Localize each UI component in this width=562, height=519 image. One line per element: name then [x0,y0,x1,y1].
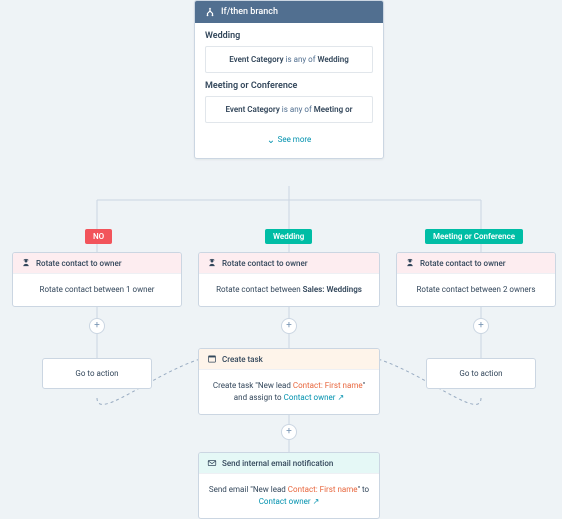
card-title: Rotate contact to owner [420,259,506,268]
rotate-owner-icon [21,258,31,268]
rotate-card-header: Rotate contact to owner [199,253,379,274]
rotate-card-header: Rotate contact to owner [397,253,555,274]
external-link-icon: ↗ [313,496,320,508]
see-more-link[interactable]: See more [205,131,373,154]
create-task-header: Create task [199,349,379,370]
rotate-card-header: Rotate contact to owner [13,253,181,274]
send-email-header: Send internal email notification [199,453,379,474]
branch-group-wedding: Wedding Event Category is any of Wedding [205,31,373,73]
card-title: Create task [222,355,263,364]
go-to-action-card[interactable]: Go to action [426,358,536,389]
add-action-button[interactable] [473,318,489,334]
card-body: Send email "New lead Contact: First name… [199,474,379,518]
add-action-button[interactable] [281,318,297,334]
rotate-card-no[interactable]: Rotate contact to owner Rotate contact b… [12,252,182,307]
email-icon [207,458,217,468]
external-link-icon: ↗ [338,392,345,404]
card-body: Create task "New lead Contact: First nam… [199,370,379,414]
branch-condition: Event Category is any of Meeting or [205,96,373,123]
branch-body: Wedding Event Category is any of Wedding… [195,23,383,158]
card-title: Send internal email notification [222,459,333,468]
branch-icon [205,7,215,17]
card-body: Rotate contact between 1 owner [13,274,181,306]
contact-owner-link[interactable]: Contact owner [284,393,336,402]
rotate-owner-icon [207,258,217,268]
create-task-card[interactable]: Create task Create task "New lead Contac… [198,348,380,415]
contact-owner-link[interactable]: Contact owner [259,497,311,506]
card-body: Rotate contact between 2 owners [397,274,555,306]
branch-title: If/then branch [221,7,278,17]
branch-header: If/then branch [195,1,383,23]
branch-condition: Event Category is any of Wedding [205,46,373,73]
branch-badge-wedding: Wedding [265,229,312,244]
card-title: Rotate contact to owner [36,259,122,268]
add-action-button[interactable] [281,424,297,440]
branch-badge-no: NO [85,229,112,244]
go-to-action-card[interactable]: Go to action [42,358,152,389]
branch-group-meeting: Meeting or Conference Event Category is … [205,81,373,123]
card-body: Rotate contact between Sales: Weddings [199,274,379,306]
contact-first-name-token: Contact: First name [288,485,358,494]
contact-first-name-token: Contact: First name [293,381,363,390]
task-icon [207,354,217,364]
branch-group-title: Meeting or Conference [205,81,373,91]
send-email-card[interactable]: Send internal email notification Send em… [198,452,380,519]
branch-group-title: Wedding [205,31,373,41]
branch-badge-meeting: Meeting or Conference [425,229,523,244]
rotate-card-wedding[interactable]: Rotate contact to owner Rotate contact b… [198,252,380,307]
rotate-card-meeting[interactable]: Rotate contact to owner Rotate contact b… [396,252,556,307]
card-title: Rotate contact to owner [222,259,308,268]
rotate-owner-icon [405,258,415,268]
add-action-button[interactable] [89,318,105,334]
if-then-branch-card[interactable]: If/then branch Wedding Event Category is… [194,0,384,159]
